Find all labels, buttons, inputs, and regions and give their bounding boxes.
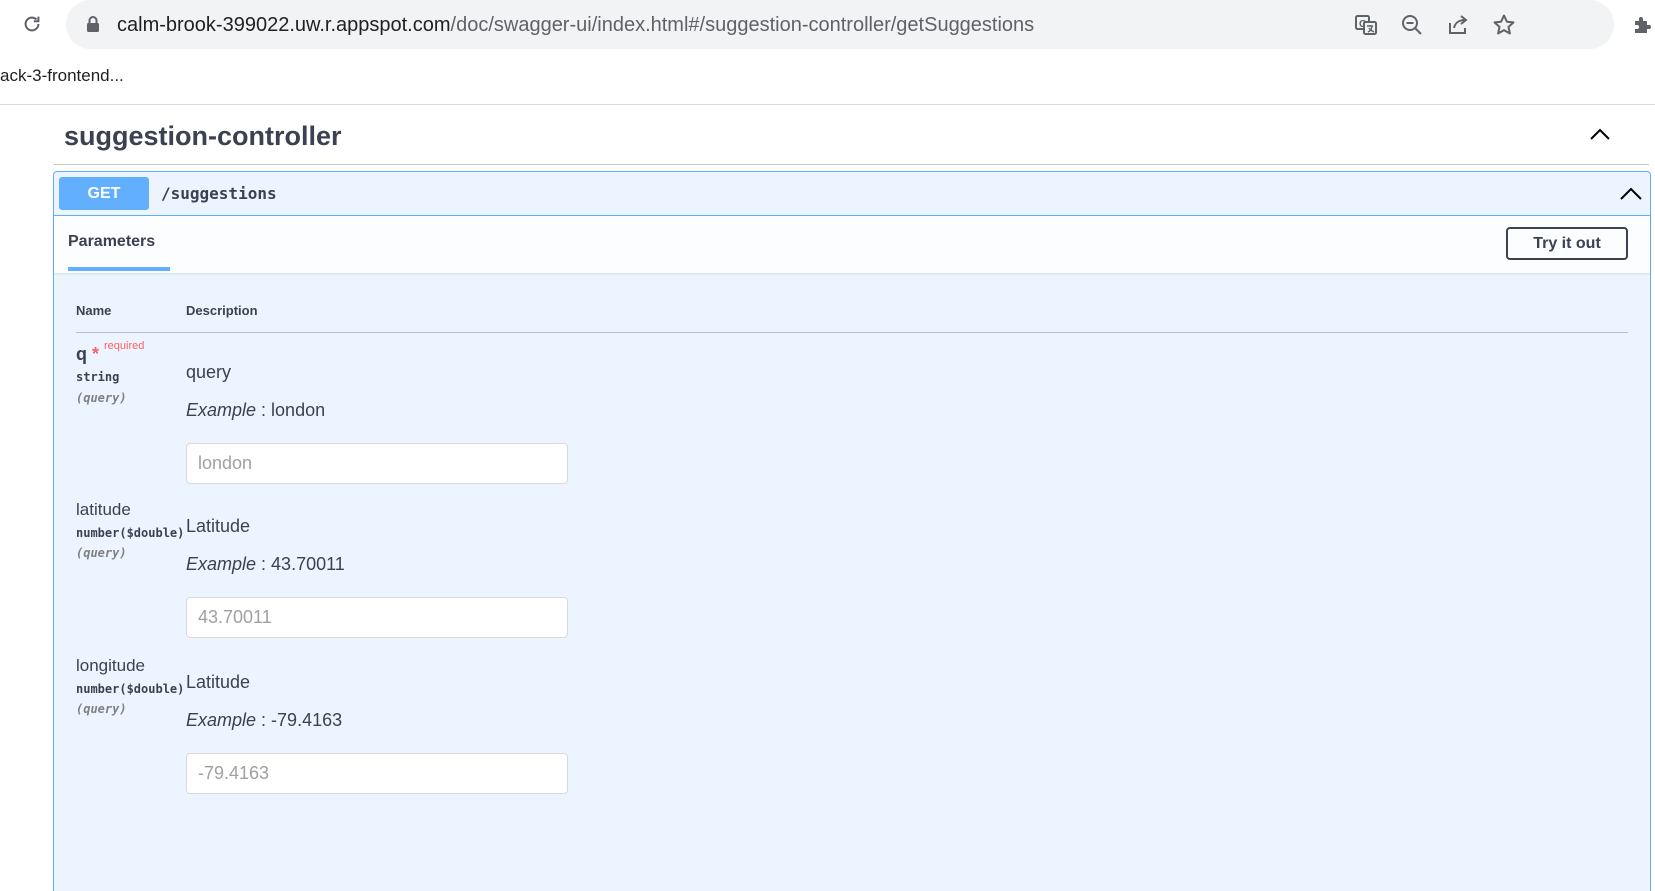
operation-block-get: GET /suggestions Parameters Try it out N…	[53, 171, 1651, 891]
param-type: number($double)	[76, 682, 185, 696]
example-value: london	[271, 400, 326, 420]
tab-underline	[68, 267, 170, 271]
example-label: Example	[186, 710, 257, 730]
param-type: number($double)	[76, 526, 185, 540]
reload-icon[interactable]	[19, 11, 45, 37]
param-q-input[interactable]	[186, 443, 568, 484]
param-description: Latitude	[186, 672, 251, 692]
chevron-up-icon[interactable]	[1618, 182, 1644, 208]
param-description: query	[186, 362, 232, 382]
param-name-text: q	[76, 344, 87, 364]
chevron-up-icon[interactable]	[1587, 122, 1613, 148]
param-name: q *	[76, 344, 99, 365]
browser-toolbar: calm-brook-399022.uw.r.appspot.com/doc/s…	[0, 0, 1655, 49]
swagger-content: suggestion-controller GET /suggestions P…	[0, 105, 1655, 891]
tab-parameters[interactable]: Parameters	[68, 233, 155, 251]
bookmarks-bar: ack-3-frontend...	[0, 49, 1655, 105]
param-location: (query)	[76, 391, 127, 405]
lock-icon[interactable]	[86, 15, 102, 35]
example-value: 43.70011	[271, 554, 345, 574]
example-separator: :	[256, 710, 272, 730]
parameters-section-header: Parameters Try it out	[54, 216, 1650, 273]
method-badge: GET	[59, 177, 149, 210]
url-path: /doc/swagger-ui/index.html#/suggestion-c…	[450, 14, 1035, 36]
extensions-icon[interactable]	[1630, 12, 1655, 38]
required-star: *	[92, 344, 100, 364]
param-description: Latitude	[186, 516, 251, 536]
zoom-out-icon[interactable]	[1399, 12, 1425, 38]
param-example: Example : 43.70011	[186, 554, 345, 575]
param-type: string	[76, 370, 120, 384]
header-divider	[76, 332, 1628, 333]
column-header-name: Name	[76, 303, 112, 318]
tag-section-header[interactable]: suggestion-controller	[54, 105, 1649, 165]
column-header-description: Description	[186, 303, 258, 318]
example-separator: :	[256, 554, 272, 574]
share-icon[interactable]	[1445, 12, 1471, 38]
operation-summary[interactable]: GET /suggestions	[54, 172, 1650, 216]
param-name: latitude	[76, 500, 131, 519]
required-label: required	[104, 340, 145, 352]
try-it-out-button[interactable]: Try it out	[1506, 227, 1628, 260]
param-location: (query)	[76, 546, 127, 560]
translate-icon[interactable]: G	[1353, 12, 1379, 38]
url-host: calm-brook-399022.uw.r.appspot.com	[117, 14, 451, 36]
bookmark-star-icon[interactable]	[1491, 12, 1517, 38]
param-example: Example : london	[186, 400, 325, 421]
param-latitude-input[interactable]	[186, 597, 568, 638]
param-longitude-input[interactable]	[186, 753, 568, 794]
example-label: Example	[186, 554, 257, 574]
example-label: Example	[186, 400, 257, 420]
param-example: Example : -79.4163	[186, 710, 342, 731]
param-name: longitude	[76, 656, 146, 675]
example-separator: :	[256, 400, 272, 420]
example-value: -79.4163	[271, 710, 343, 730]
address-bar[interactable]: calm-brook-399022.uw.r.appspot.com/doc/s…	[66, 0, 1614, 49]
param-location: (query)	[76, 702, 127, 716]
operation-path: /suggestions	[161, 184, 277, 203]
tag-title: suggestion-controller	[64, 121, 342, 151]
bookmark-item[interactable]: ack-3-frontend...	[0, 66, 124, 86]
url-text[interactable]: calm-brook-399022.uw.r.appspot.com/doc/s…	[117, 13, 1034, 37]
